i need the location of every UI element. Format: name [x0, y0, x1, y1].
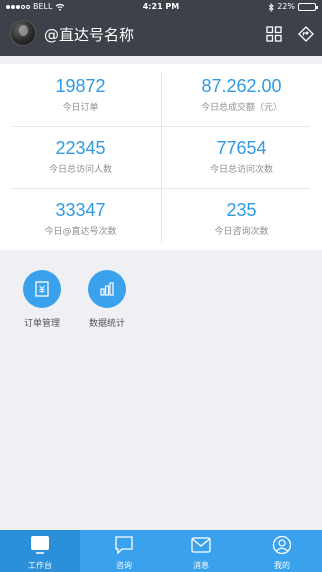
tab-label: 我的 — [274, 561, 290, 570]
top-bar: BELL 4:21 PM 22% @直达号名称 — [0, 0, 322, 56]
stat-today-visits[interactable]: 77654 今日总访问次数 — [161, 126, 322, 188]
stat-today-revenue[interactable]: 87.262.00 今日总成交额（元） — [161, 64, 322, 126]
order-management-button[interactable]: 订单管理 — [12, 270, 72, 329]
stat-label: 今日总成交额（元） — [200, 103, 282, 113]
stat-value: 22345 — [55, 138, 106, 158]
tab-messages[interactable]: 消息 — [161, 530, 241, 572]
bottom-tab-bar: 工作台 咨询 消息 我的 — [0, 530, 322, 572]
stat-today-visitors[interactable]: 22345 今日总访问人数 — [0, 126, 161, 188]
data-statistics-label: 数据统计 — [88, 319, 125, 329]
stat-label: 今日总访问次数 — [209, 165, 273, 175]
page-title: @直达号名称 — [44, 26, 135, 44]
stat-today-mentions[interactable]: 33347 今日@直达号次数 — [0, 188, 161, 250]
stat-value: 33347 — [55, 200, 106, 220]
stat-value: 87.262.00 — [201, 76, 282, 96]
data-statistics-button[interactable]: 数据统计 — [77, 270, 137, 329]
stat-label: 今日总访问人数 — [48, 165, 112, 175]
order-icon — [35, 281, 49, 297]
navigation-button[interactable] — [298, 26, 314, 42]
navigation-diamond-icon — [298, 26, 314, 42]
bar-chart-icon — [100, 282, 114, 296]
avatar[interactable] — [10, 20, 36, 46]
order-management-label: 订单管理 — [23, 319, 60, 329]
grid-icon — [266, 26, 282, 42]
stat-today-consultations[interactable]: 235 今日咨询次数 — [161, 188, 322, 250]
tab-label: 咨询 — [116, 561, 132, 570]
status-bar: BELL 4:21 PM 22% — [0, 0, 322, 14]
bluetooth-icon — [268, 2, 274, 12]
stat-value: 77654 — [216, 138, 267, 158]
stat-value: 19872 — [55, 76, 106, 96]
stat-label: 今日@直达号次数 — [44, 227, 117, 237]
stat-label: 今日咨询次数 — [214, 227, 269, 237]
tab-mine[interactable]: 我的 — [242, 530, 322, 572]
grid-menu-button[interactable] — [266, 26, 282, 42]
user-icon — [272, 535, 292, 555]
app-header: @直达号名称 — [0, 14, 322, 56]
workbench-icon — [31, 536, 49, 554]
stat-today-orders[interactable]: 19872 今日订单 — [0, 64, 161, 126]
tab-consult[interactable]: 咨询 — [84, 530, 164, 572]
tab-label: 消息 — [193, 561, 209, 570]
envelope-icon — [191, 537, 211, 553]
data-statistics-circle — [88, 270, 126, 308]
tab-label: 工作台 — [28, 561, 52, 570]
stat-value: 235 — [226, 200, 257, 220]
tab-workbench[interactable]: 工作台 — [0, 530, 80, 572]
stat-label: 今日订单 — [62, 103, 99, 113]
order-management-circle — [23, 270, 61, 308]
battery-icon — [298, 3, 318, 11]
battery-percent: 22% — [277, 2, 295, 11]
stats-panel: 19872 今日订单 87.262.00 今日总成交额（元） 22345 今日总… — [0, 64, 322, 250]
status-right: 22% — [268, 0, 318, 14]
chat-bubble-icon — [115, 536, 133, 555]
